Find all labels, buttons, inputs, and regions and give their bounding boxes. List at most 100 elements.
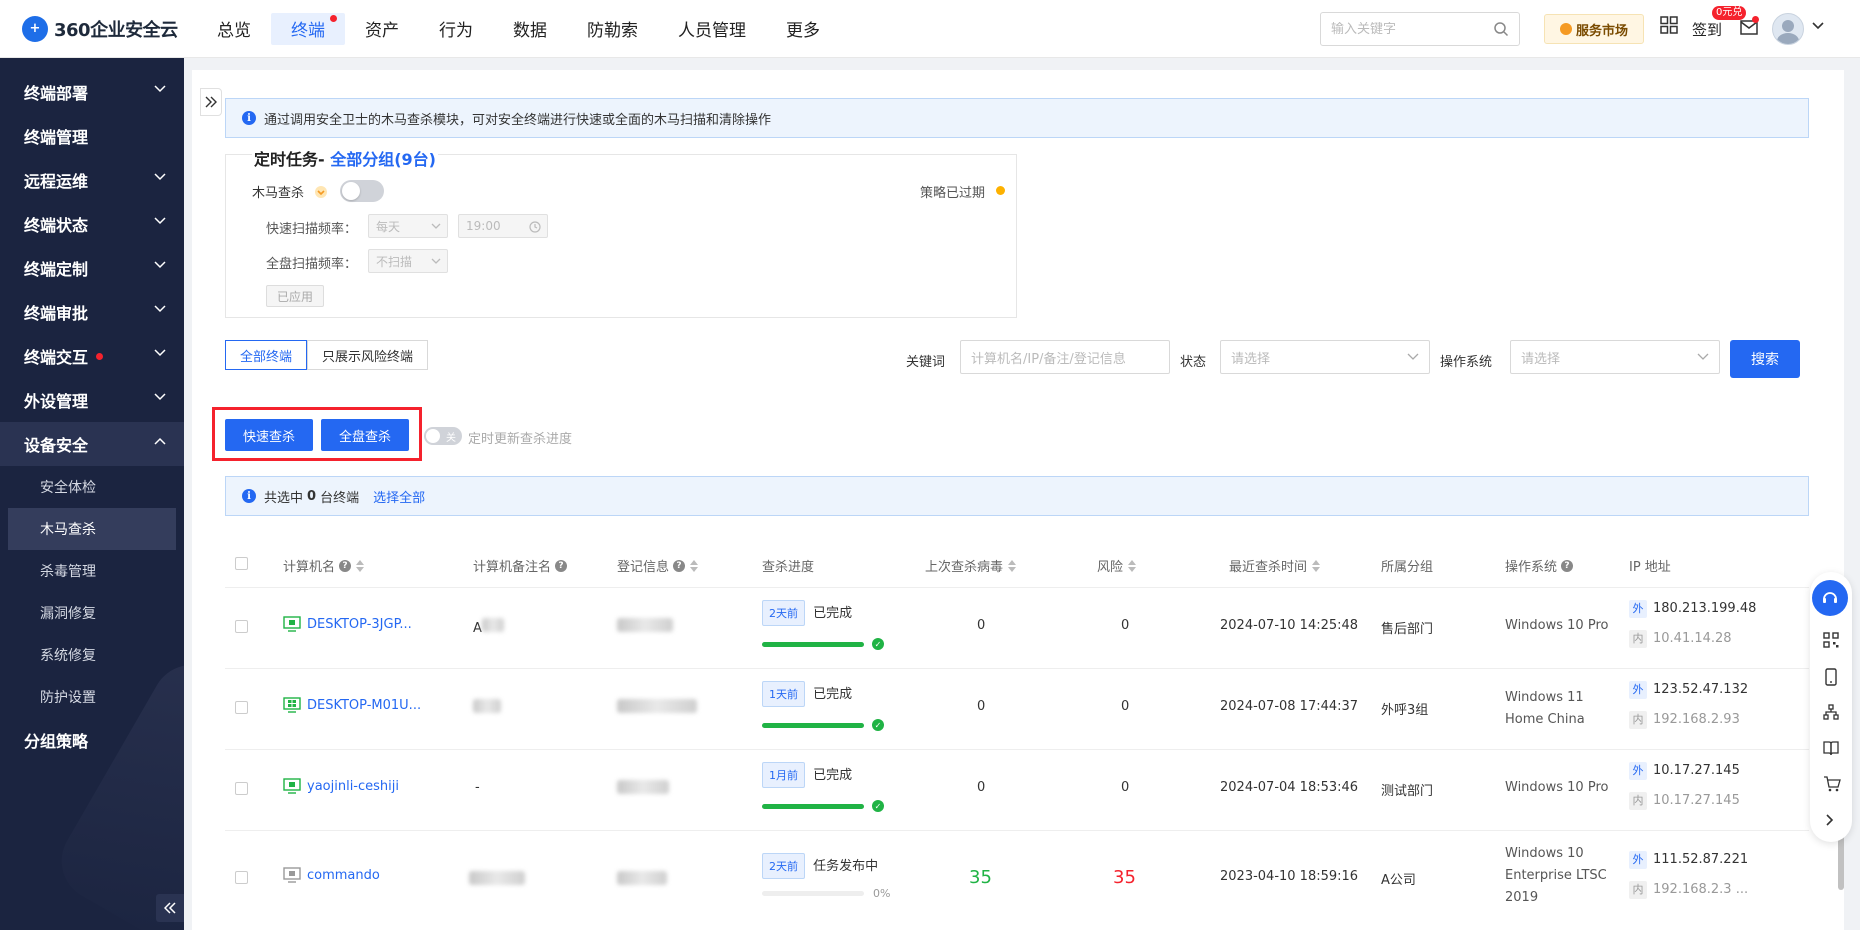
tab-risk-terminals[interactable]: 只展示风险终端 (307, 340, 429, 370)
selection-count: 0 (307, 488, 317, 504)
computer-name-link[interactable]: yaojinli-ceshiji (283, 778, 399, 794)
sidebar-item-peripheral[interactable]: 外设管理 (0, 378, 184, 422)
logo[interactable]: + 360企业安全云 (22, 15, 197, 42)
keyword-input[interactable]: 计算机名/IP/备注/登记信息 (960, 340, 1170, 374)
chevron-right-icon[interactable] (1826, 814, 1834, 826)
nav-overview[interactable]: 总览 (197, 13, 271, 45)
sidebar-sub-vuln[interactable]: 漏洞修复 (0, 592, 184, 634)
sidebar-sub-antivirus[interactable]: 杀毒管理 (0, 550, 184, 592)
select-all-link[interactable]: 选择全部 (373, 487, 425, 506)
computer-name-link[interactable]: DESKTOP-3JGP... (283, 616, 412, 632)
sidebar-item-group-policy[interactable]: 分组策略 (0, 718, 184, 762)
nav-data[interactable]: 数据 (493, 13, 567, 45)
risk-cell[interactable]: 35 (1113, 867, 1136, 888)
chevron-down-icon (154, 305, 166, 313)
sidebar-sub-checkup[interactable]: 安全体检 (0, 466, 184, 508)
full-freq-select[interactable]: 不扫描 (368, 249, 448, 273)
col-name[interactable]: 计算机名? (283, 556, 365, 575)
trojan-toggle[interactable] (340, 180, 384, 202)
col-last-virus[interactable]: 上次查杀病毒 (925, 556, 1017, 575)
cart-icon[interactable] (1823, 776, 1841, 792)
progress-bar (762, 891, 864, 896)
sort-icon[interactable] (1128, 559, 1137, 572)
ip-in-cell: 内 192.168.2.93 (1629, 711, 1740, 729)
quick-freq-select[interactable]: 每天 (368, 214, 448, 238)
last-virus-cell[interactable]: 35 (969, 867, 992, 888)
sidebar-item-status[interactable]: 终端状态 (0, 202, 184, 246)
sidebar-item-approval[interactable]: 终端审批 (0, 290, 184, 334)
sidebar-item-remote[interactable]: 远程运维 (0, 158, 184, 202)
search-icon[interactable] (1493, 21, 1509, 37)
last-virus-cell: 0 (977, 780, 986, 795)
quick-time-select[interactable]: 19:00 (458, 214, 548, 238)
group-cell: 测试部门 (1381, 784, 1434, 799)
table-row: yaojinli-ceshiji - 1月前 已完成 ✓ 0 0 2024-07… (225, 750, 1809, 831)
org-tree-icon[interactable] (1823, 704, 1839, 720)
sidebar-item-device-security[interactable]: 设备安全 (0, 422, 184, 466)
full-scan-button[interactable]: 全盘查杀 (321, 419, 409, 451)
sidebar-sub-sysrepair[interactable]: 系统修复 (0, 634, 184, 676)
help-icon: ? (1561, 559, 1574, 572)
notice-text: 通过调用安全卫士的木马查杀模块，可对安全终端进行快速或全面的木马扫描和清除操作 (264, 112, 772, 128)
nav-more[interactable]: 更多 (766, 13, 840, 45)
grid-icon[interactable] (1660, 16, 1678, 34)
nav-ransomware[interactable]: 防勒索 (567, 13, 658, 45)
tab-all-terminals[interactable]: 全部终端 (225, 340, 308, 370)
sidebar-item-custom[interactable]: 终端定制 (0, 246, 184, 290)
computer-name-link[interactable]: DESKTOP-M01U... (283, 697, 421, 713)
row-checkbox[interactable] (235, 701, 248, 714)
status-select[interactable]: 请选择 (1220, 340, 1430, 374)
col-reg[interactable]: 登记信息? (617, 556, 699, 575)
heart-icon (1559, 23, 1572, 35)
qrcode-icon[interactable] (1823, 632, 1839, 648)
progress-fill (762, 804, 864, 809)
sidebar-item-label: 终端部署 (24, 84, 89, 103)
ip-in-cell: 内 10.17.27.145 (1629, 792, 1740, 810)
os-cell: Windows 10 Pro (1505, 618, 1609, 633)
nav-terminal[interactable]: 终端 (271, 12, 345, 45)
chevron-down-icon[interactable] (1812, 22, 1824, 30)
expand-panel-button[interactable] (200, 88, 222, 116)
sort-icon[interactable] (1312, 559, 1321, 572)
nav-assets[interactable]: 资产 (345, 13, 419, 45)
notification-dot (96, 352, 104, 360)
notification-dot (330, 14, 337, 22)
ip-out: 123.52.47.132 (1653, 682, 1749, 697)
task-group-link[interactable]: 全部分组(9台) (330, 150, 436, 169)
service-market-button[interactable]: 服务市场 (1544, 14, 1644, 44)
sort-icon[interactable] (1008, 559, 1017, 572)
book-icon[interactable] (1823, 740, 1839, 756)
sidebar-collapse-button[interactable] (156, 894, 184, 922)
sort-icon[interactable] (356, 559, 365, 572)
signin-button[interactable]: 签到 (1692, 19, 1722, 40)
nav-behavior[interactable]: 行为 (419, 13, 493, 45)
mobile-icon[interactable] (1823, 668, 1839, 686)
logo-text: 360企业安全云 (54, 19, 178, 41)
chevron-down-icon (431, 223, 441, 229)
top-search-input[interactable] (1331, 21, 1491, 37)
applied-button[interactable]: 已应用 (266, 285, 324, 307)
select-all-checkbox[interactable] (235, 557, 248, 570)
help-icon: ? (673, 559, 686, 572)
search-button[interactable]: 搜索 (1730, 340, 1800, 378)
chevron-down-icon (1407, 353, 1419, 360)
sort-icon[interactable] (690, 559, 699, 572)
sidebar-item-manage[interactable]: 终端管理 (0, 114, 184, 158)
row-checkbox[interactable] (235, 871, 248, 884)
col-last-time[interactable]: 最近查杀时间 (1229, 556, 1321, 575)
avatar[interactable] (1772, 13, 1804, 45)
ip-out-cell: 外 10.17.27.145 (1629, 762, 1740, 780)
check-icon: ✓ (872, 800, 884, 812)
sidebar-item-interaction[interactable]: 终端交互 (0, 334, 184, 378)
col-risk[interactable]: 风险 (1097, 556, 1137, 575)
sidebar-item-deploy[interactable]: 终端部署 (0, 70, 184, 114)
row-checkbox[interactable] (235, 782, 248, 795)
nav-people[interactable]: 人员管理 (658, 13, 766, 45)
computer-name-link[interactable]: commando (283, 867, 380, 883)
auto-update-toggle[interactable]: 关 (424, 427, 462, 445)
row-checkbox[interactable] (235, 620, 248, 633)
os-select[interactable]: 请选择 (1510, 340, 1720, 374)
support-button[interactable] (1812, 580, 1848, 616)
sidebar-sub-trojan[interactable]: 木马查杀 (8, 508, 176, 550)
quick-scan-button[interactable]: 快速查杀 (225, 419, 313, 451)
